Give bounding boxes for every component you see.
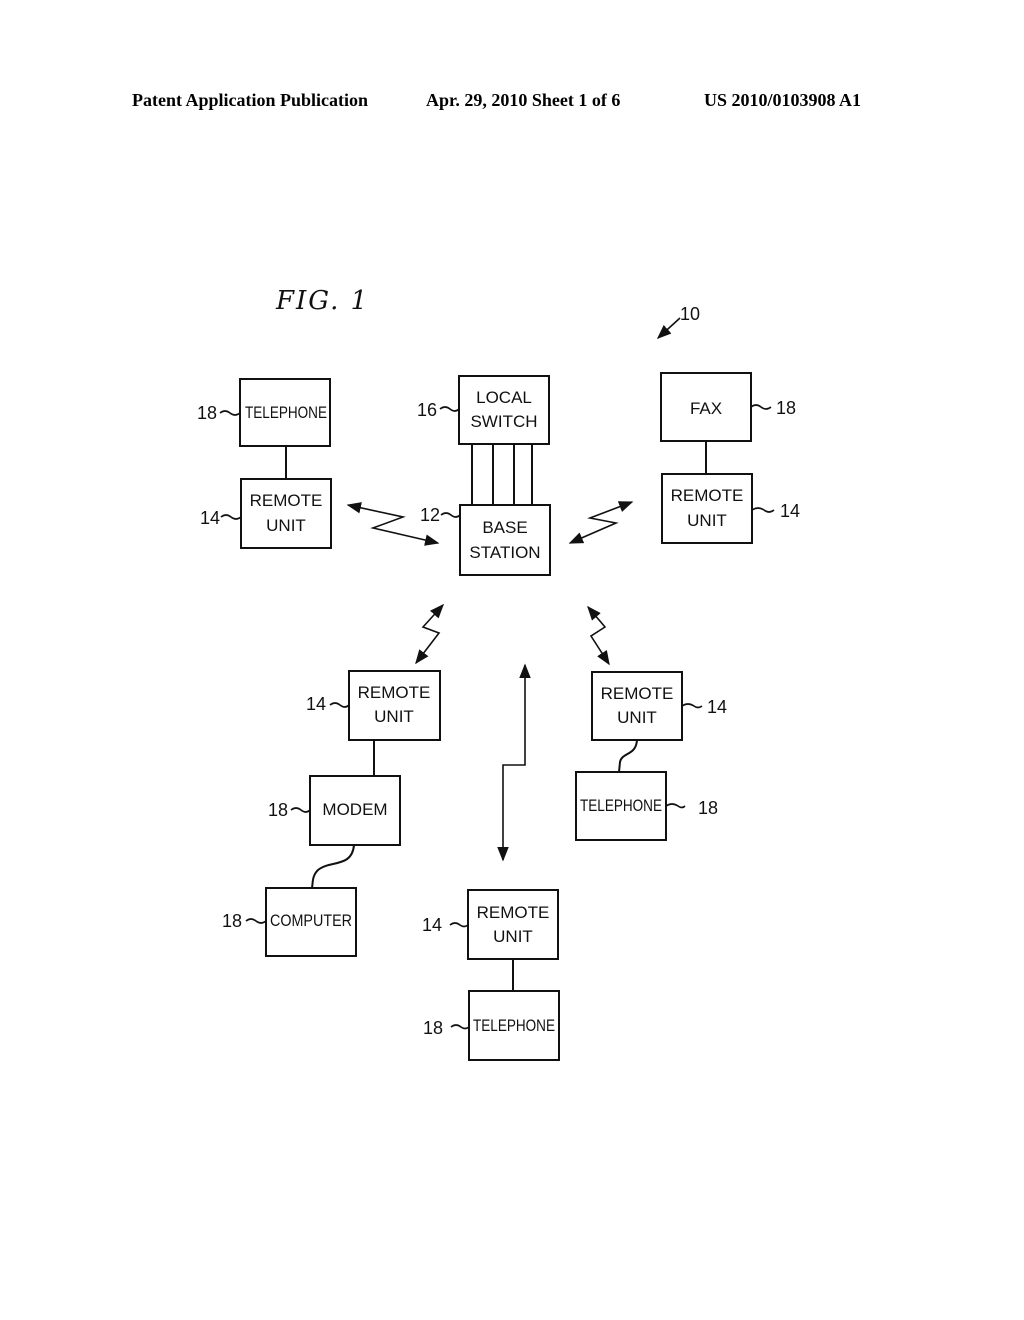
ref-numeral: 14 [422,915,442,935]
block-base-station: BASE STATION 12 [420,504,551,576]
block-label: REMOTE [477,903,550,922]
block-remote-unit-bottom: REMOTE UNIT 14 [422,889,559,960]
wireless-link-bottom [497,663,531,862]
ref-numeral: 14 [707,697,727,717]
block-label: REMOTE [601,684,674,703]
block-telephone-bottom: TELEPHONE 18 [423,990,560,1061]
wire-remote-telephone-mid-right [618,739,638,773]
block-label: REMOTE [671,486,744,505]
block-fax: FAX 18 [660,372,796,442]
block-label: UNIT [617,708,657,727]
block-label: UNIT [493,927,533,946]
block-label: MODEM [322,800,387,819]
block-label: REMOTE [250,491,323,510]
block-label: STATION [469,543,540,562]
block-local-switch: LOCAL SWITCH 16 [417,375,550,445]
ref-numeral: 14 [780,501,800,521]
wire-modem-computer [311,844,355,889]
block-label: TELEPHONE [245,403,327,422]
block-label: UNIT [266,516,306,535]
block-remote-unit-top-right: REMOTE UNIT 14 [661,473,800,544]
ref-numeral: 18 [268,800,288,820]
block-label: COMPUTER [270,911,352,930]
ref-numeral: 18 [197,403,217,423]
block-label: LOCAL [476,388,532,407]
wireless-link-mid-left [415,603,444,665]
wireless-link-top-right [568,501,634,544]
trunk-lines [471,444,533,505]
block-label: TELEPHONE [580,796,662,815]
ref-numeral: 14 [306,694,326,714]
block-modem: MODEM 18 [268,775,401,846]
block-remote-unit-mid-left: REMOTE UNIT 14 [306,670,441,741]
ref-numeral: 18 [776,398,796,418]
ref-numeral: 18 [698,798,718,818]
system-ref-label: 10 [680,304,700,324]
block-label: BASE [482,518,527,537]
ref-numeral: 18 [423,1018,443,1038]
block-computer: COMPUTER 18 [222,887,357,957]
block-label: TELEPHONE [473,1016,555,1035]
block-label: REMOTE [358,683,431,702]
block-label: SWITCH [470,412,537,431]
block-remote-unit-top-left: REMOTE UNIT 14 [200,478,332,549]
block-label: UNIT [374,707,414,726]
ref-numeral: 16 [417,400,437,420]
system-pointer-arrow [656,317,681,339]
block-telephone-top-left: TELEPHONE 18 [197,378,331,447]
block-remote-unit-mid-right: REMOTE UNIT 14 [591,671,727,741]
block-label: UNIT [687,511,727,530]
block-label: FAX [690,399,722,418]
block-diagram: 10 TELEPHONE 18 REMOTE UNIT 14 LOCAL SWI… [197,304,800,1061]
ref-numeral: 18 [222,911,242,931]
ref-numeral: 14 [200,508,220,528]
wireless-link-mid-right [587,605,610,666]
block-telephone-mid-right: TELEPHONE 18 [575,771,718,841]
ref-numeral: 12 [420,505,440,525]
